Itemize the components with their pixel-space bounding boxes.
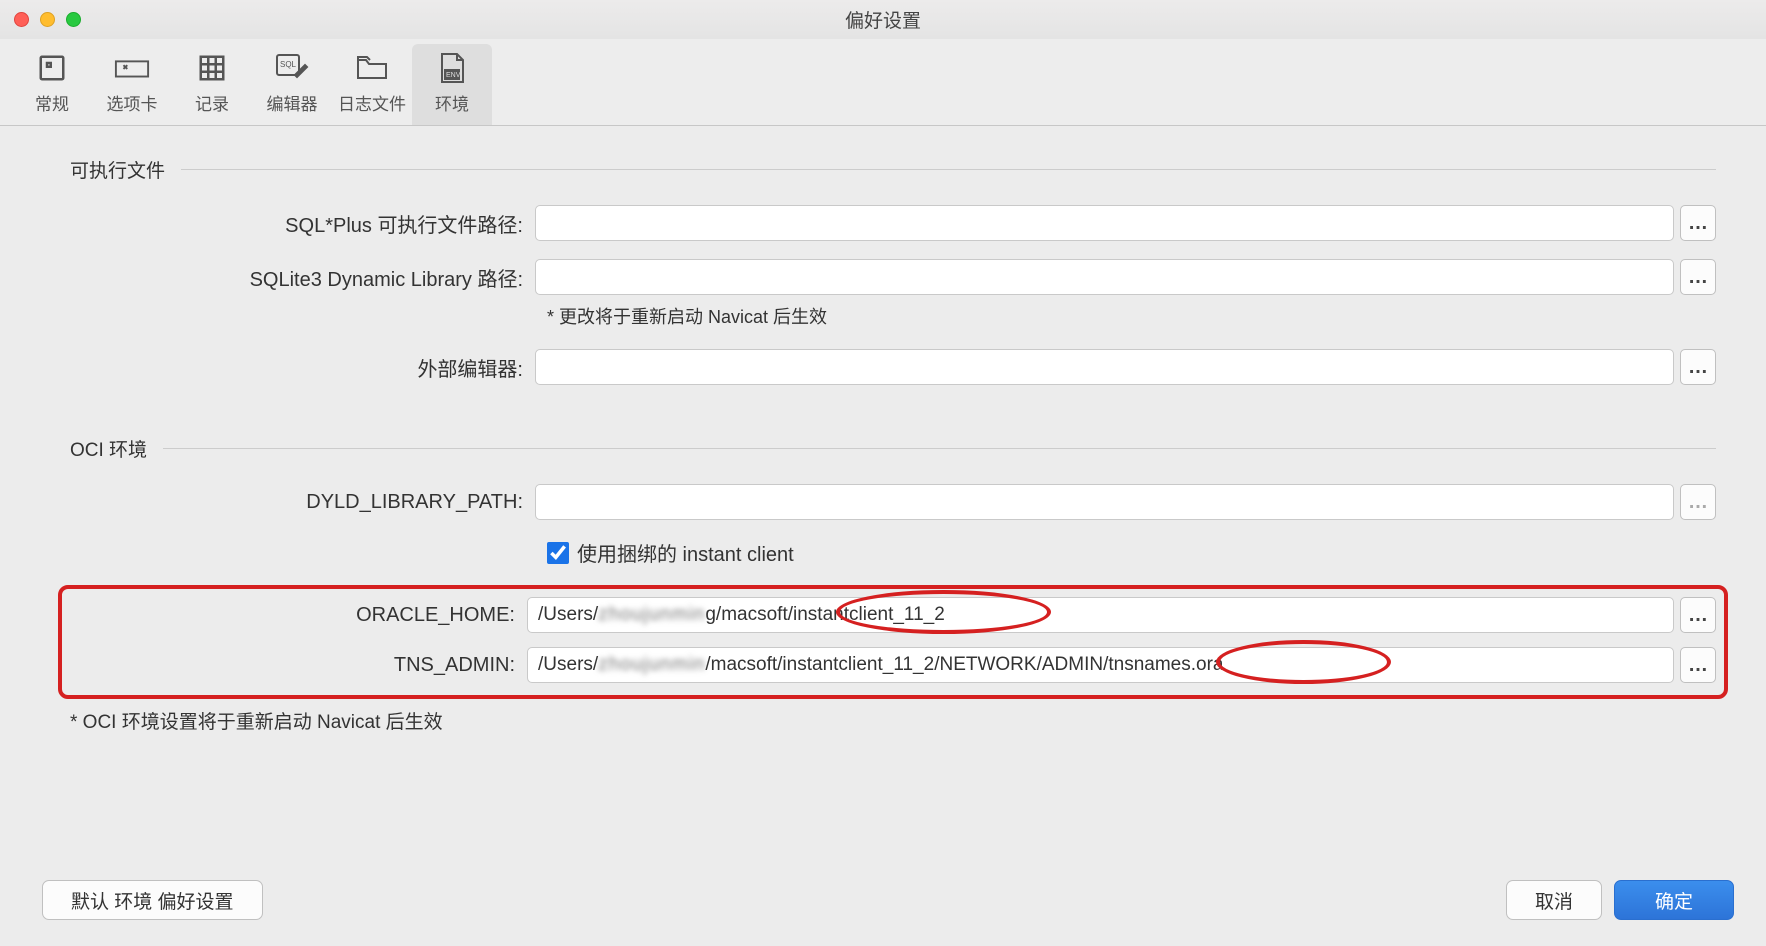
- default-preferences-button[interactable]: 默认 环境 偏好设置: [42, 880, 263, 920]
- annotation-highlight-box: ORACLE_HOME: /Users/zhoujunming/macsoft/…: [58, 585, 1728, 699]
- row-sqlplus-path: SQL*Plus 可执行文件路径: …: [70, 205, 1716, 241]
- annotation-ellipse-icon: [1216, 640, 1391, 684]
- oci-hint: * OCI 环境设置将于重新启动 Navicat 后生效: [70, 707, 1716, 734]
- row-dyld-path: DYLD_LIBRARY_PATH: …: [70, 484, 1716, 520]
- ok-button[interactable]: 确定: [1614, 880, 1734, 920]
- oracle-home-input[interactable]: /Users/zhoujunming/macsoft/instantclient…: [527, 597, 1674, 633]
- dyld-label: DYLD_LIBRARY_PATH:: [70, 491, 535, 514]
- tns-admin-browse-button[interactable]: …: [1680, 647, 1716, 683]
- tns-admin-input[interactable]: /Users/zhoujunmin/macsoft/instantclient_…: [527, 647, 1674, 683]
- external-editor-input[interactable]: [535, 349, 1674, 385]
- grid-icon: [194, 52, 230, 84]
- minimize-window-button[interactable]: [40, 12, 55, 27]
- tab-environment[interactable]: ENV 环境: [412, 44, 492, 125]
- sql-edit-icon: SQL: [274, 52, 310, 84]
- svg-text:SQL: SQL: [280, 60, 297, 69]
- tab-label: 编辑器: [267, 90, 318, 115]
- section-oci-header: OCI 环境: [70, 435, 1716, 462]
- content-area: 可执行文件 SQL*Plus 可执行文件路径: … SQLite3 Dynami…: [0, 126, 1766, 862]
- row-oracle-home: ORACLE_HOME: /Users/zhoujunming/macsoft/…: [70, 597, 1716, 633]
- section-title: 可执行文件: [70, 156, 165, 183]
- close-window-button[interactable]: [14, 12, 29, 27]
- dyld-browse-button: …: [1680, 484, 1716, 520]
- svg-text:ENV: ENV: [446, 72, 461, 79]
- tab-label: 记录: [195, 90, 229, 115]
- cancel-button[interactable]: 取消: [1506, 880, 1602, 920]
- titlebar: 偏好设置: [0, 0, 1766, 39]
- divider: [163, 448, 1716, 449]
- sqlplus-input[interactable]: [535, 205, 1674, 241]
- sqlite-input[interactable]: [535, 259, 1674, 295]
- sqlplus-label: SQL*Plus 可执行文件路径:: [70, 209, 535, 238]
- tab-icon: [114, 52, 150, 84]
- sqlite-browse-button[interactable]: …: [1680, 259, 1716, 295]
- oracle-home-browse-button[interactable]: …: [1680, 597, 1716, 633]
- divider: [181, 169, 1716, 170]
- dyld-input: [535, 484, 1674, 520]
- row-external-editor: 外部编辑器: …: [70, 349, 1716, 385]
- preferences-window: 偏好设置 常规 选项卡 记录 SQL 编辑器: [0, 0, 1766, 946]
- tab-editor[interactable]: SQL 编辑器: [252, 44, 332, 125]
- row-use-bundled-client: 使用捆绑的 instant client: [547, 538, 1716, 567]
- use-bundled-checkbox[interactable]: [547, 542, 569, 564]
- tns-admin-label: TNS_ADMIN:: [70, 654, 527, 677]
- tab-records[interactable]: 记录: [172, 44, 252, 125]
- tab-tabs[interactable]: 选项卡: [92, 44, 172, 125]
- oracle-home-label: ORACLE_HOME:: [70, 604, 527, 627]
- sqlite-hint: * 更改将于重新启动 Navicat 后生效: [547, 303, 1716, 329]
- tab-logfiles[interactable]: 日志文件: [332, 44, 412, 125]
- row-sqlite-path: SQLite3 Dynamic Library 路径: …: [70, 259, 1716, 295]
- sqlite-label: SQLite3 Dynamic Library 路径:: [70, 263, 535, 292]
- external-editor-browse-button[interactable]: …: [1680, 349, 1716, 385]
- tab-label: 常规: [35, 90, 69, 115]
- tab-label: 日志文件: [338, 90, 406, 115]
- square-icon: [34, 52, 70, 84]
- window-controls: [14, 12, 81, 27]
- env-icon: ENV: [434, 52, 470, 84]
- section-executables-header: 可执行文件: [70, 156, 1716, 183]
- tab-label: 选项卡: [107, 90, 158, 115]
- external-editor-label: 外部编辑器:: [70, 353, 535, 382]
- sqlplus-browse-button[interactable]: …: [1680, 205, 1716, 241]
- use-bundled-label: 使用捆绑的 instant client: [577, 538, 794, 567]
- tab-general[interactable]: 常规: [12, 44, 92, 125]
- folder-icon: [354, 52, 390, 84]
- window-title: 偏好设置: [0, 6, 1766, 33]
- row-tns-admin: TNS_ADMIN: /Users/zhoujunmin/macsoft/ins…: [70, 647, 1716, 683]
- section-title: OCI 环境: [70, 435, 147, 462]
- footer: 默认 环境 偏好设置 取消 确定: [0, 862, 1766, 946]
- preferences-toolbar: 常规 选项卡 记录 SQL 编辑器 日志文件: [0, 39, 1766, 126]
- maximize-window-button[interactable]: [66, 12, 81, 27]
- tab-label: 环境: [435, 90, 469, 115]
